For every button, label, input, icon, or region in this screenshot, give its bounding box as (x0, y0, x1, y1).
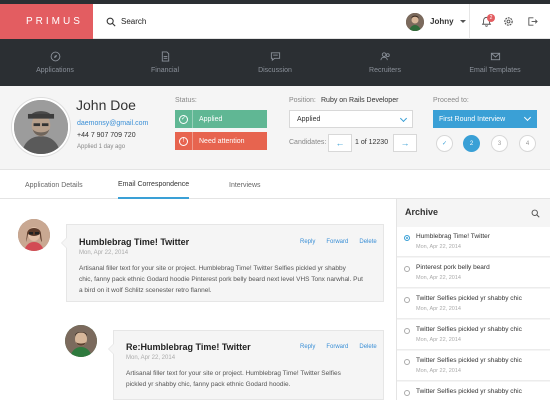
settings-button[interactable] (498, 4, 518, 39)
position-value: Ruby on Rails Developer (321, 97, 399, 104)
nav-item-applications[interactable]: Applications (0, 39, 110, 86)
search-icon (106, 17, 116, 27)
archive-item[interactable]: Pinterest pork belly beard Mon, Apr 22, … (397, 258, 550, 288)
archive-item[interactable]: Twitter Selfies pickled yr shabby chic M… (397, 351, 550, 381)
read-dot-icon (404, 266, 410, 272)
archive-item[interactable]: Twitter Selfies pickled yr shabby chic M… (397, 320, 550, 350)
arrow-left-icon: ← (335, 138, 345, 148)
arrow-right-icon: → (400, 138, 410, 148)
candidate-name: John Doe (76, 97, 136, 113)
top-bar: PRIMUS Search Johny 2 (0, 0, 550, 39)
status-attention-button[interactable]: ! Need attention (175, 132, 267, 150)
candidate-email-link[interactable]: daemonsy@gmail.com (77, 120, 148, 127)
notifications-button[interactable]: 2 (476, 4, 496, 39)
email-subject: Re:Humblebrag Time! Twitter (126, 342, 251, 352)
applied-time: Applied 1 day ago (77, 144, 126, 150)
prev-candidate-button[interactable]: ← (328, 134, 352, 152)
chevron-down-icon (399, 114, 408, 123)
tab-interviews[interactable]: Interviews (229, 171, 261, 199)
main-nav: Applications Financial Discussion Recrui… (0, 39, 550, 86)
user-name: Johny (430, 17, 454, 26)
unread-dot-icon (404, 235, 410, 241)
nav-item-recruiters[interactable]: Recruiters (330, 39, 440, 86)
users-icon (379, 52, 390, 61)
compass-icon (50, 51, 60, 62)
gear-icon (503, 17, 513, 26)
tab-email-correspondence[interactable]: Email Correspondence (118, 171, 190, 199)
archive-item[interactable]: Humblebrag Time! Twitter Mon, Apr 22, 20… (397, 227, 550, 257)
email-body: Artisanal filler text for your site or p… (126, 370, 341, 388)
nav-item-discussion[interactable]: Discussion (220, 39, 330, 86)
stage-select[interactable]: Applied (289, 110, 413, 128)
read-dot-icon (404, 390, 410, 396)
chat-icon (270, 52, 280, 62)
email-body: Artisanal filler text for your site or p… (79, 265, 363, 294)
email-card: Re:Humblebrag Time! Twitter Reply Forwar… (108, 330, 384, 400)
chevron-down-icon (523, 113, 532, 122)
step-3[interactable]: 3 (491, 135, 508, 152)
candidate-header: John Doe daemonsy@gmail.com +44 7 907 70… (0, 86, 550, 170)
search-label: Search (121, 17, 147, 26)
search-icon[interactable] (531, 209, 540, 218)
archive-panel: Archive Humblebrag Time! Twitter Mon, Ap… (396, 199, 550, 400)
candidate-phone: +44 7 907 709 720 (77, 132, 136, 139)
archive-item[interactable]: Twitter Selfies pickled yr shabby chic M… (397, 289, 550, 319)
proceed-select[interactable]: First Round Interview (433, 110, 537, 128)
delete-button[interactable]: Delete (359, 344, 376, 350)
check-icon: ✓ (179, 114, 188, 124)
reply-button[interactable]: Reply (300, 239, 315, 245)
alert-icon: ! (179, 136, 188, 146)
user-menu[interactable]: Johny (406, 4, 476, 39)
nav-item-financial[interactable]: Financial (110, 39, 220, 86)
email-thread: Humblebrag Time! Twitter Reply Forward D… (0, 199, 396, 400)
user-avatar (406, 12, 424, 31)
read-dot-icon (404, 328, 410, 334)
forward-button[interactable]: Forward (326, 239, 348, 245)
brand-logo[interactable]: PRIMUS (0, 4, 93, 39)
status-applied-button[interactable]: ✓ Applied (175, 110, 267, 128)
archive-title: Archive (405, 207, 439, 217)
candidates-label: Candidates: (289, 139, 327, 146)
step-2[interactable]: 2 (463, 135, 480, 152)
notification-badge: 2 (487, 14, 495, 22)
candidate-pager: 1 of 12230 (355, 139, 389, 146)
read-dot-icon (404, 359, 410, 365)
nav-item-email-templates[interactable]: Email Templates (440, 39, 550, 86)
position-label: Position: (289, 97, 316, 104)
reply-button[interactable]: Reply (300, 344, 315, 350)
tab-application-details[interactable]: Application Details (25, 171, 83, 199)
status-label: Status: (175, 97, 197, 104)
step-4[interactable]: 4 (519, 135, 536, 152)
avatar (18, 219, 50, 251)
email-card: Humblebrag Time! Twitter Reply Forward D… (61, 224, 384, 302)
email-date: Mon, Apr 22, 2014 (126, 355, 176, 361)
step-1[interactable]: ✓ (436, 135, 453, 152)
delete-button[interactable]: Delete (359, 239, 376, 245)
archive-item[interactable]: Twitter Selfies pickled yr shabby chic (397, 382, 550, 400)
proceed-label: Proceed to: (433, 97, 469, 104)
logout-button[interactable] (522, 4, 542, 39)
email-subject: Humblebrag Time! Twitter (79, 237, 190, 247)
read-dot-icon (404, 297, 410, 303)
logout-icon (527, 17, 538, 26)
candidate-photo (12, 98, 70, 156)
document-icon (161, 51, 169, 62)
chevron-down-icon (459, 20, 466, 23)
avatar (65, 325, 97, 357)
email-date: Mon, Apr 22, 2014 (79, 250, 129, 256)
divider (469, 4, 470, 39)
next-candidate-button[interactable]: → (393, 134, 417, 152)
forward-button[interactable]: Forward (326, 344, 348, 350)
tab-bar: Application Details Email Correspondence… (0, 171, 550, 199)
search-button[interactable]: Search (106, 4, 146, 39)
mail-icon (490, 52, 500, 61)
